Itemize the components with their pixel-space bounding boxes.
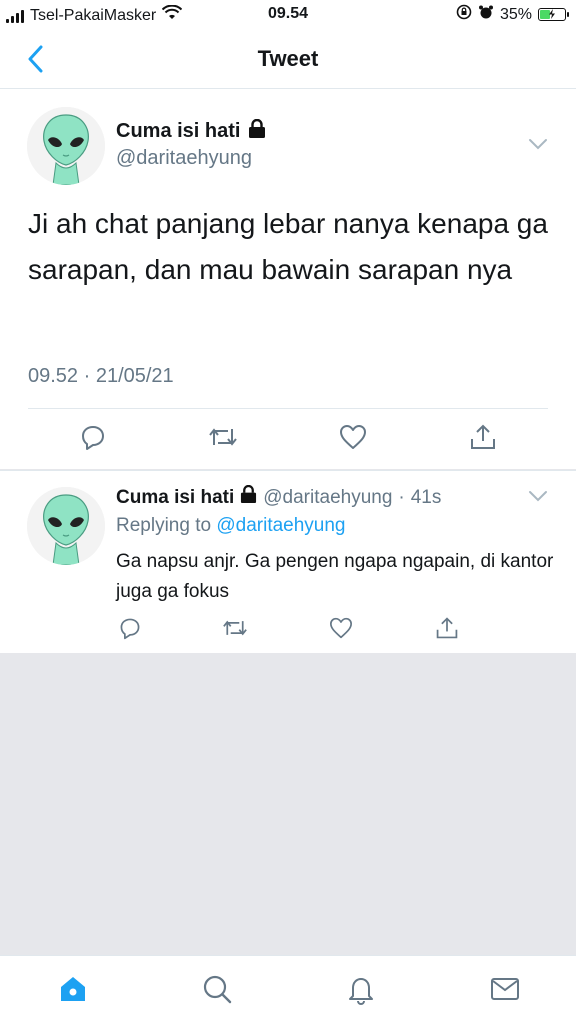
- tweet-menu-button[interactable]: [528, 137, 548, 155]
- lock-icon: [248, 118, 266, 144]
- retweet-button[interactable]: [208, 422, 238, 452]
- tweet-menu-button[interactable]: [528, 489, 548, 507]
- reply-button[interactable]: [78, 422, 108, 452]
- battery-icon: [538, 8, 569, 21]
- reply-actions: [0, 613, 576, 643]
- divider: [28, 408, 548, 409]
- share-icon: [471, 424, 495, 449]
- main-tweet: Cuma isi hati @daritaehyung Ji ah chat p…: [0, 89, 576, 469]
- like-button[interactable]: [338, 422, 368, 452]
- reply-text: Ga napsu anjr. Ga pengen ngapa ngapain, …: [116, 551, 554, 602]
- reply-button[interactable]: [115, 613, 145, 643]
- retweet-icon: [209, 428, 237, 446]
- replying-to: Replying to @daritaehyung: [116, 515, 346, 537]
- author-handle[interactable]: @daritaehyung: [263, 487, 392, 509]
- replying-prefix: Replying to: [116, 515, 212, 536]
- share-button[interactable]: [432, 613, 462, 643]
- tab-messages[interactable]: [488, 972, 522, 1006]
- like-icon: [340, 425, 366, 449]
- share-icon: [436, 617, 458, 639]
- avatar[interactable]: [27, 107, 105, 185]
- display-name[interactable]: Cuma isi hati: [116, 487, 234, 509]
- author-name-row: Cuma isi hati: [116, 118, 266, 144]
- nav-bar: Tweet: [0, 30, 576, 89]
- retweet-icon: [223, 620, 247, 636]
- lock-icon: [240, 484, 257, 510]
- alien-avatar-icon: [27, 487, 105, 565]
- share-button[interactable]: [468, 422, 498, 452]
- battery-percent: 35%: [499, 5, 532, 23]
- home-icon: [61, 977, 85, 1001]
- tweet-age: 41s: [410, 486, 442, 508]
- like-icon: [329, 617, 352, 639]
- orientation-lock-icon: [456, 4, 472, 25]
- notifications-icon: [349, 978, 373, 1005]
- tab-notifications[interactable]: [344, 972, 378, 1006]
- author-handle[interactable]: @daritaehyung: [116, 147, 252, 170]
- reply-icon: [82, 426, 104, 450]
- messages-icon: [491, 978, 519, 1000]
- page-title: Tweet: [257, 46, 319, 71]
- chevron-down-icon: [529, 139, 547, 150]
- status-bar: Tsel-PakaiMasker 09.54 35%: [0, 0, 576, 30]
- tweet-timestamp: 09.52 · 21/05/21: [28, 365, 174, 387]
- display-name[interactable]: Cuma isi hati: [116, 120, 240, 143]
- tab-search[interactable]: [200, 972, 234, 1006]
- avatar[interactable]: [27, 487, 105, 565]
- separator-dot: ·: [398, 486, 405, 508]
- alien-avatar-icon: [27, 107, 105, 185]
- tweet-text: Ji ah chat panjang lebar nanya kenapa ga…: [28, 208, 548, 285]
- chevron-down-icon: [529, 491, 547, 502]
- empty-area: [0, 653, 576, 955]
- reply-tweet: Cuma isi hati @daritaehyung · 41s Replyi…: [0, 470, 576, 653]
- reply-header: Cuma isi hati @daritaehyung · 41s: [116, 484, 442, 510]
- alarm-icon: [478, 4, 494, 25]
- retweet-button[interactable]: [220, 613, 250, 643]
- replying-handle-link[interactable]: @daritaehyung: [216, 515, 345, 536]
- reply-icon: [120, 618, 140, 640]
- tab-home[interactable]: [56, 972, 90, 1006]
- tab-bar: [0, 955, 576, 1025]
- status-right: 35%: [456, 4, 569, 25]
- like-button[interactable]: [326, 613, 356, 643]
- search-icon: [203, 975, 232, 1004]
- tweet-actions: [0, 422, 576, 456]
